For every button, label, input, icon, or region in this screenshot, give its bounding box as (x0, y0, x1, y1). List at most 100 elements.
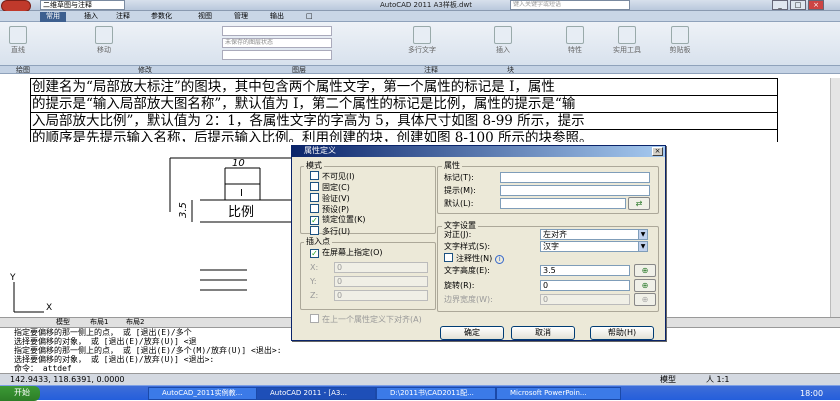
justify-label: 对正(J): (444, 230, 472, 239)
tab-extra[interactable]: □ (300, 12, 319, 22)
dim-top-text: 10 (232, 158, 245, 169)
layer-dropdown-2[interactable] (222, 50, 332, 60)
help-button[interactable]: 帮助(H) (590, 326, 654, 340)
layer-state-dropdown[interactable]: 未保存的图层状态 (222, 38, 332, 48)
text-height-input[interactable]: 3.5 (540, 265, 630, 276)
mode-multiline[interactable]: 多行(U) (310, 226, 350, 237)
tab-output[interactable]: 输出 (264, 12, 290, 22)
vertical-scrollbar[interactable] (830, 78, 840, 318)
tag-input[interactable] (500, 172, 650, 183)
tab-parametric[interactable]: 参数化 (145, 12, 178, 22)
task-button-active[interactable]: AutoCAD 2011 - [A3... (256, 387, 376, 400)
tab-manage[interactable]: 管理 (228, 12, 254, 22)
justify-dropdown[interactable]: 左对齐 ▼ (540, 229, 648, 240)
mode-lock-position[interactable]: ✓ 锁定位置(K) (310, 215, 366, 225)
checkbox-onscreen[interactable]: ✓ (310, 249, 319, 258)
mode-label: 预设(P) (322, 205, 350, 214)
text-style-dropdown[interactable]: 汉字 ▼ (540, 241, 648, 252)
pick-boundary-button[interactable]: ⊕ (634, 293, 656, 306)
mode-label: 锁定位置(K) (322, 215, 366, 224)
mode-verify[interactable]: 验证(V) (310, 193, 350, 204)
tab-model[interactable]: 模型 (56, 318, 70, 327)
clipboard-tool[interactable]: 剪贴板 (660, 26, 700, 55)
command-history-line: 选择要偏移的对象， 或 [退出(E)/放弃(U)] <退出>: (14, 355, 215, 364)
line-tool[interactable]: 直线 (4, 26, 32, 55)
move-tool[interactable]: 移动 (90, 26, 118, 55)
utilities-icon (618, 26, 636, 44)
prompt-input[interactable] (500, 185, 650, 196)
specify-onscreen[interactable]: ✓ 在屏幕上指定(O) (310, 248, 383, 258)
workspace-selector[interactable]: 二维草图与注释 (40, 0, 125, 10)
ok-button[interactable]: 确定 (440, 326, 504, 340)
utilities-label: 实用工具 (613, 46, 641, 54)
panel-modify[interactable]: 修改 (138, 66, 152, 74)
mtext-label: 多行文字 (408, 46, 436, 54)
checkbox-constant[interactable] (310, 182, 319, 191)
tag-label: 标记(T): (444, 173, 474, 182)
annotative-option[interactable]: 注释性(N) i (444, 253, 505, 264)
dialog-close-button[interactable]: × (652, 147, 663, 156)
close-button[interactable]: × (808, 0, 824, 10)
checkbox-preset[interactable] (310, 204, 319, 213)
insert-icon (494, 26, 512, 44)
tab-layout1[interactable]: 布局1 (90, 318, 108, 327)
mode-constant[interactable]: 固定(C) (310, 182, 350, 193)
clipboard-icon (671, 26, 689, 44)
annotation-scale[interactable]: 人 1:1 (706, 374, 729, 385)
panel-annotation[interactable]: 注释 (424, 66, 438, 74)
task-button[interactable]: AutoCAD_2011实例教... (148, 387, 268, 400)
command-input[interactable]: 命令： attdef (14, 364, 840, 373)
task-button[interactable]: Microsoft PowerPoin... (496, 387, 621, 400)
minimize-button[interactable]: _ (772, 0, 788, 10)
move-icon (95, 26, 113, 44)
ribbon: 直线 移动 未保存的图层状态 多行文字 插入 特性 实用工具 剪贴板 (0, 22, 840, 70)
y-input[interactable]: 0 (334, 276, 428, 287)
search-input[interactable]: 键入关键字或短语 (510, 0, 630, 10)
mode-invisible[interactable]: 不可见(I) (310, 171, 355, 182)
checkbox-verify[interactable] (310, 193, 319, 202)
mode-preset[interactable]: 预设(P) (310, 204, 349, 215)
default-input[interactable] (500, 198, 626, 209)
tab-view[interactable]: 视图 (192, 12, 218, 22)
utilities-tool[interactable]: 实用工具 (605, 26, 649, 55)
start-button[interactable]: 开始 (0, 386, 40, 401)
boundary-width-input[interactable]: 0 (540, 294, 630, 305)
panel-draw[interactable]: 绘图 (16, 66, 30, 74)
checkbox-invisible[interactable] (310, 171, 319, 180)
default-label: 默认(L): (444, 199, 474, 208)
x-input[interactable]: 0 (334, 262, 428, 273)
properties-tool[interactable]: 特性 (560, 26, 590, 55)
insert-label: 插入 (496, 46, 510, 54)
checkbox-multiline[interactable] (310, 226, 319, 235)
z-input[interactable]: 0 (334, 290, 428, 301)
rotation-input[interactable]: 0 (540, 280, 630, 291)
align-below-option[interactable]: 在上一个属性定义下对齐(A) (310, 314, 422, 325)
tab-insert[interactable]: 插入 (78, 12, 104, 22)
mode-label: 不可见(I) (322, 172, 355, 181)
insert-block-tool[interactable]: 插入 (488, 26, 518, 55)
panel-block[interactable]: 块 (507, 66, 514, 74)
panel-layers[interactable]: 图层 (292, 66, 306, 74)
doc-line: 的顺序是先提示输入名称，后提示输入比例。利用创建的块，创建如图 8-100 所示… (30, 130, 778, 142)
pick-rotation-button[interactable]: ⊕ (634, 279, 656, 292)
z-label: Z: (310, 291, 319, 300)
checkbox-align-below[interactable] (310, 314, 319, 323)
y-label: Y: (310, 277, 317, 286)
text-settings-label: 文字设置 (442, 221, 478, 230)
mtext-tool[interactable]: 多行文字 (400, 26, 444, 55)
pick-height-button[interactable]: ⊕ (634, 264, 656, 277)
task-button[interactable]: D:\2011书\CAD2011配... (376, 387, 496, 400)
tab-annotate[interactable]: 注释 (110, 12, 136, 22)
tab-layout2[interactable]: 布局2 (126, 318, 144, 327)
checkbox-lock-position[interactable]: ✓ (310, 216, 319, 225)
model-button[interactable]: 模型 (660, 374, 676, 385)
cancel-button[interactable]: 取消 (511, 326, 575, 340)
mode-label: 固定(C) (322, 183, 350, 192)
restore-button[interactable]: □ (790, 0, 806, 10)
insert-field-button[interactable]: ⇄ (628, 197, 650, 210)
info-icon[interactable]: i (495, 255, 505, 264)
checkbox-annotative[interactable] (444, 253, 453, 262)
layer-dropdown[interactable] (222, 26, 332, 36)
tab-home[interactable]: 常用 (40, 12, 66, 22)
command-history-line: 指定要偏移的那一侧上的点， 或 [退出(E)/多个(M)/放弃(U)] <退出>… (14, 346, 282, 355)
